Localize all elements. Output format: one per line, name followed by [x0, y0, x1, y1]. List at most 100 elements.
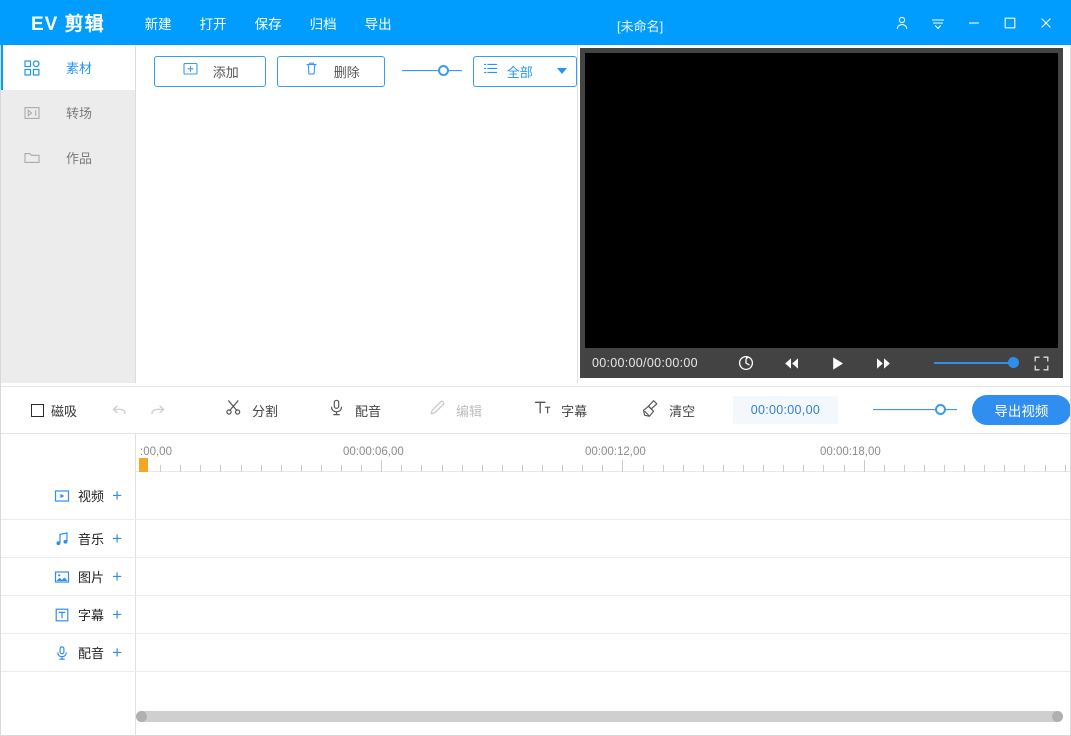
volume-knob[interactable] — [1008, 357, 1019, 368]
material-filter-dropdown[interactable]: 全部 — [473, 56, 577, 87]
replay-icon[interactable] — [736, 353, 756, 373]
clear-label: 清空 — [669, 401, 695, 420]
ruler-label-1: 00:00:06,00 — [343, 446, 404, 458]
export-video-button[interactable]: 导出视频 — [972, 395, 1071, 425]
ruler-tick-minor — [1065, 465, 1066, 472]
chevron-down-icon — [557, 68, 567, 74]
user-icon[interactable] — [893, 14, 911, 32]
rewind-icon[interactable] — [782, 353, 802, 373]
dub-tool[interactable]: 配音 — [327, 398, 381, 422]
menu-save[interactable]: 保存 — [253, 11, 284, 35]
volume-slider[interactable] — [934, 354, 1019, 372]
folder-plus-icon — [182, 60, 199, 82]
ruler-tick-minor — [421, 465, 422, 472]
sidebar-item-transitions[interactable]: 转场 — [0, 90, 135, 135]
track-row[interactable]: 视频 + — [0, 472, 1071, 520]
ruler-body[interactable]: :00,00 00:00:06,00 00:00:12,00 00:00:18,… — [136, 434, 1071, 472]
ruler-tick-minor — [180, 465, 181, 472]
maximize-icon[interactable] — [1001, 14, 1019, 32]
playhead[interactable] — [139, 458, 148, 472]
track-header-image[interactable]: 图片 + — [0, 558, 136, 595]
scrollbar-handle-right[interactable] — [1052, 711, 1063, 722]
player-controls: 00:00:00/00:00:00 — [580, 348, 1063, 378]
ruler-tick-minor — [582, 465, 583, 472]
video-stage[interactable] — [585, 53, 1058, 348]
add-subtitle-track-button[interactable]: + — [112, 606, 122, 623]
ruler-tick-minor — [944, 465, 945, 472]
play-icon[interactable] — [828, 353, 848, 373]
ruler-tick-major — [381, 460, 382, 472]
track-row[interactable]: 音乐 + — [0, 520, 1071, 558]
delete-material-label: 删除 — [334, 62, 360, 81]
ruler-tick-minor — [743, 465, 744, 472]
split-tool[interactable]: 分割 — [224, 398, 278, 422]
sidebar-label-materials: 素材 — [66, 58, 92, 77]
redo-icon[interactable] — [147, 400, 167, 420]
ruler-tick-minor — [763, 465, 764, 472]
fullscreen-icon[interactable] — [1033, 354, 1051, 372]
menu-open[interactable]: 打开 — [198, 11, 229, 35]
track-header-dub[interactable]: 配音 + — [0, 634, 136, 671]
subtitle-icon — [53, 606, 70, 623]
ruler-tick-minor — [522, 465, 523, 472]
ruler-tick-minor — [924, 465, 925, 472]
menu-icon[interactable] — [929, 14, 947, 32]
menu-archive[interactable]: 归档 — [308, 11, 339, 35]
ruler-tick-minor — [602, 465, 603, 472]
edit-tool[interactable]: 编辑 — [428, 398, 482, 422]
track-row[interactable]: 配音 + — [0, 634, 1071, 672]
main-menu: 新建 打开 保存 归档 导出 — [143, 11, 394, 35]
timeline-time-field[interactable]: 00:00:00,00 — [733, 396, 838, 424]
timeline-zoom-knob[interactable] — [935, 404, 946, 415]
grid-icon — [22, 58, 42, 78]
add-material-button[interactable]: 添加 — [154, 56, 266, 87]
track-header-video[interactable]: 视频 + — [0, 472, 136, 519]
clear-tool[interactable]: 清空 — [640, 398, 695, 423]
sidebar-label-transitions: 转场 — [66, 103, 92, 122]
track-row[interactable]: 字幕 + — [0, 596, 1071, 634]
track-body-video[interactable] — [136, 472, 1071, 519]
undo-icon[interactable] — [109, 400, 129, 420]
scrollbar-thumb[interactable] — [136, 711, 1063, 722]
track-body-music[interactable] — [136, 520, 1071, 557]
subtitle-label: 字幕 — [561, 401, 587, 420]
track-body-image[interactable] — [136, 558, 1071, 595]
timeline-zoom-slider[interactable] — [873, 400, 950, 420]
sidebar-label-works: 作品 — [66, 148, 92, 167]
add-video-track-button[interactable]: + — [112, 487, 122, 504]
close-icon[interactable] — [1037, 14, 1055, 32]
edit-toolbar: 磁吸 分割 配音 编辑 — [0, 386, 1071, 434]
track-header-music[interactable]: 音乐 + — [0, 520, 136, 557]
add-music-track-button[interactable]: + — [112, 530, 122, 547]
thumbnail-size-slider[interactable] — [402, 61, 458, 81]
track-body-subtitle[interactable] — [136, 596, 1071, 633]
delete-material-button[interactable]: 删除 — [277, 56, 385, 87]
magnet-toggle[interactable]: 磁吸 — [31, 401, 77, 420]
add-dub-track-button[interactable]: + — [112, 644, 122, 661]
magnet-checkbox[interactable] — [31, 404, 44, 417]
minimize-icon[interactable] — [965, 14, 983, 32]
sidebar-item-materials[interactable]: 素材 — [0, 45, 135, 90]
sidebar-item-works[interactable]: 作品 — [0, 135, 135, 180]
track-label-image: 图片 — [78, 567, 104, 586]
forward-icon[interactable] — [874, 353, 894, 373]
menu-new[interactable]: 新建 — [143, 11, 174, 35]
ruler-tick-minor — [401, 465, 402, 472]
menu-export[interactable]: 导出 — [363, 11, 394, 35]
title-bar: EV 剪辑 新建 打开 保存 归档 导出 [未命名] — [0, 0, 1071, 45]
ruler-tick-minor — [823, 465, 824, 472]
track-row[interactable]: 图片 + — [0, 558, 1071, 596]
document-title: [未命名] — [617, 16, 663, 35]
track-label-music: 音乐 — [78, 529, 104, 548]
subtitle-tool[interactable]: 字幕 — [533, 398, 587, 422]
folder-icon — [22, 148, 42, 168]
edit-label: 编辑 — [456, 401, 482, 420]
track-body-dub[interactable] — [136, 634, 1071, 671]
track-header-subtitle[interactable]: 字幕 + — [0, 596, 136, 633]
timeline-ruler[interactable]: :00,00 00:00:06,00 00:00:12,00 00:00:18,… — [0, 434, 1071, 472]
timeline-horizontal-scrollbar[interactable] — [136, 711, 1063, 722]
add-image-track-button[interactable]: + — [112, 568, 122, 585]
slider-knob[interactable] — [438, 65, 449, 76]
scrollbar-handle-left[interactable] — [136, 711, 147, 722]
ruler-tick-minor — [220, 465, 221, 472]
